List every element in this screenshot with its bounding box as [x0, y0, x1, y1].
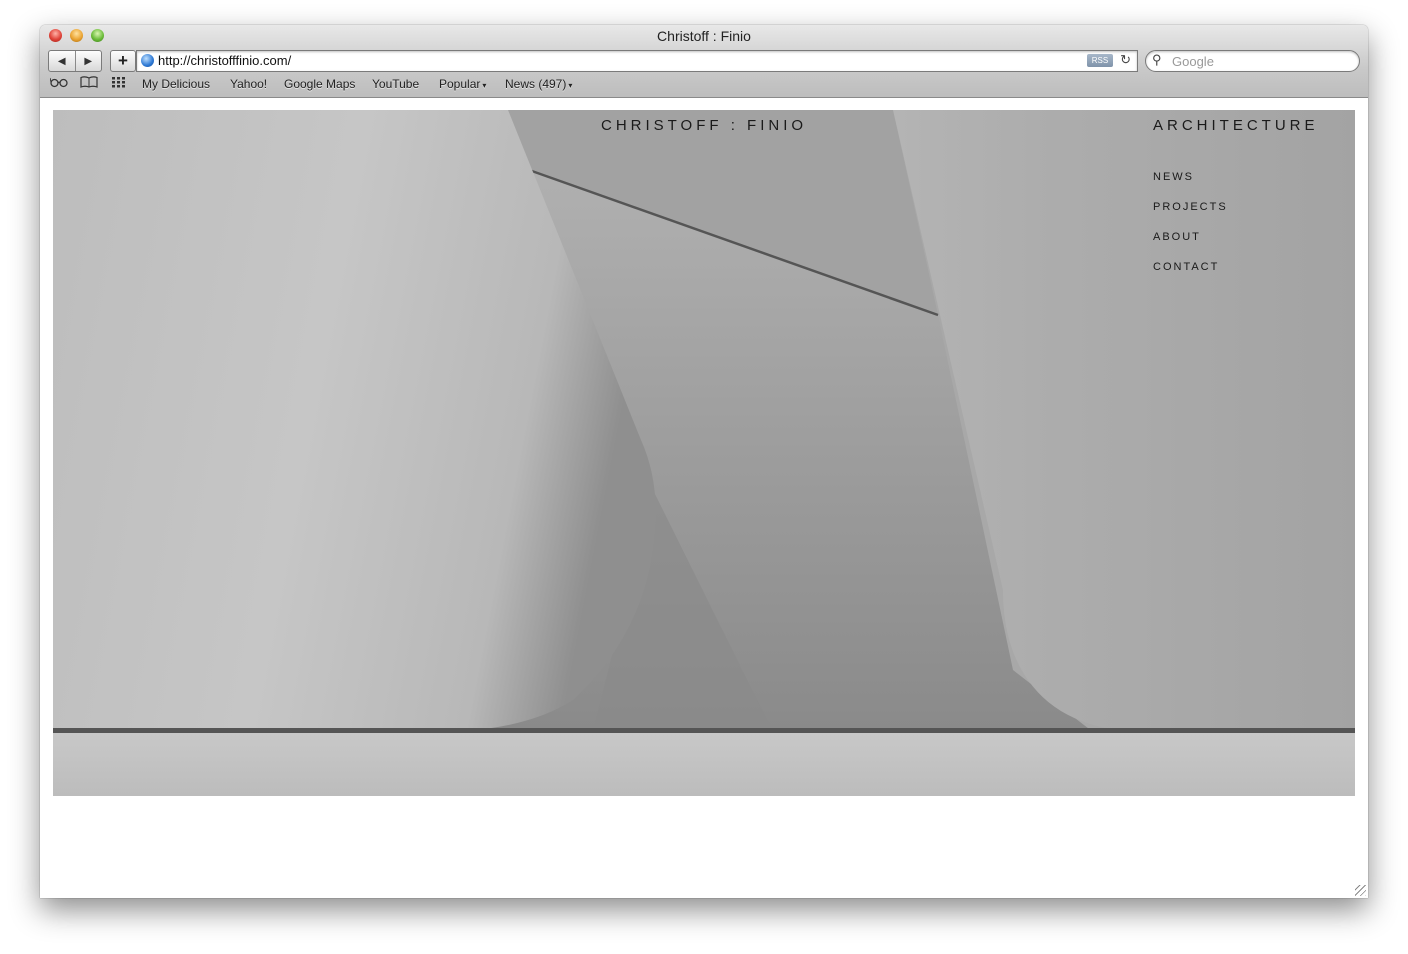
reload-button[interactable]: ↻ — [1120, 52, 1131, 68]
title-bar: Christoff : Finio — [40, 25, 1368, 47]
chevron-down-icon: ▾ — [482, 81, 487, 90]
bookmark-yahoo[interactable]: Yahoo! — [230, 77, 267, 91]
chevron-down-icon: ▾ — [568, 81, 573, 90]
add-bookmark-button[interactable]: + — [110, 50, 136, 72]
url-text[interactable]: http://christofffinio.com/ — [158, 53, 291, 68]
back-button[interactable]: ◀ — [49, 51, 75, 71]
forward-button[interactable]: ▶ — [74, 51, 102, 71]
nav-news[interactable]: NEWS — [1153, 170, 1228, 200]
search-input[interactable] — [1172, 53, 1352, 69]
bookmark-popular-label: Popular — [439, 77, 481, 91]
top-sites-grid-icon[interactable] — [111, 76, 127, 92]
browser-window: Christoff : Finio ◀ ▶ + http://christoff… — [40, 25, 1368, 898]
resize-handle-icon[interactable] — [1355, 885, 1366, 896]
plus-icon: + — [118, 51, 128, 70]
site-logo[interactable]: CHRISTOFF : FINIO — [601, 117, 807, 134]
search-icon: ⚲ — [1152, 52, 1162, 67]
globe-icon — [141, 54, 154, 67]
window-title: Christoff : Finio — [657, 28, 751, 44]
bookmark-popular[interactable]: Popular ▾ — [439, 77, 486, 91]
page-content: CHRISTOFF : FINIO ARCHITECTURE NEWS PROJ… — [40, 98, 1368, 898]
grid-icon — [112, 77, 125, 88]
nav-projects[interactable]: PROJECTS — [1153, 200, 1228, 230]
nav-contact[interactable]: CONTACT — [1153, 260, 1228, 290]
site-tagline: ARCHITECTURE — [1153, 117, 1319, 134]
bookmark-youtube[interactable]: YouTube — [372, 77, 419, 91]
bookmark-news[interactable]: News (497) ▾ — [505, 77, 572, 91]
bookmark-my-delicious[interactable]: My Delicious — [142, 77, 210, 91]
nav-about[interactable]: ABOUT — [1153, 230, 1228, 260]
bookmarks-bar: My Delicious Yahoo! Google Maps YouTube … — [40, 75, 1368, 95]
address-bar[interactable]: http://christofffinio.com/ RSS ↻ — [136, 50, 1138, 72]
bookmarks-book-icon[interactable] — [80, 76, 98, 91]
bookmark-google-maps[interactable]: Google Maps — [284, 77, 355, 91]
site-nav: NEWS PROJECTS ABOUT CONTACT — [1153, 170, 1228, 290]
glasses-icon — [49, 77, 68, 88]
book-icon — [80, 76, 98, 88]
forward-icon: ▶ — [84, 55, 93, 67]
reading-list-icon[interactable] — [49, 76, 68, 91]
hero-image: CHRISTOFF : FINIO ARCHITECTURE NEWS PROJ… — [53, 110, 1355, 796]
back-icon: ◀ — [57, 55, 66, 67]
toolbar: ◀ ▶ + http://christofffinio.com/ RSS ↻ ⚲ — [40, 49, 1368, 73]
browser-chrome: Christoff : Finio ◀ ▶ + http://christoff… — [40, 25, 1368, 98]
nav-buttons: ◀ ▶ — [48, 50, 102, 72]
bookmark-news-label: News (497) — [505, 77, 567, 91]
rss-button[interactable]: RSS — [1087, 54, 1113, 67]
search-field[interactable]: ⚲ — [1145, 50, 1360, 72]
